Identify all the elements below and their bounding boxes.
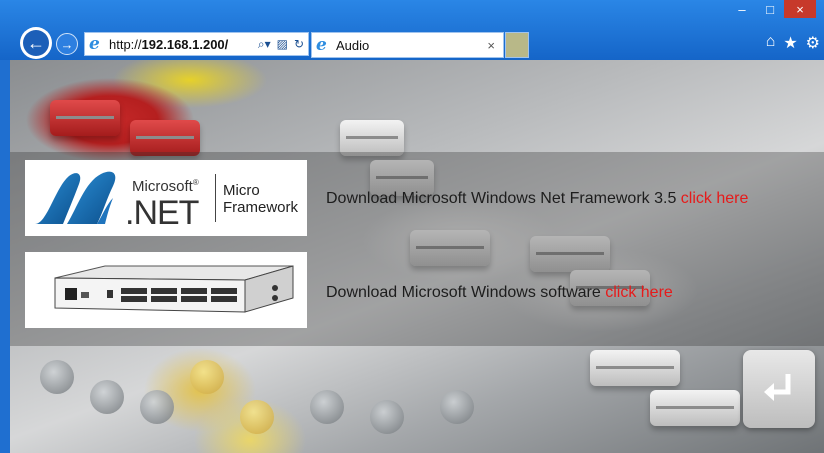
tab-title: Audio bbox=[336, 37, 370, 53]
mixer-fader-decor bbox=[130, 120, 200, 156]
download-software-text: Download Microsoft Windows software bbox=[326, 284, 601, 301]
mixer-fader-decor bbox=[650, 390, 740, 426]
address-bar[interactable]: e http://192.168.1.200/ ⌕▾ ▨ ↻ bbox=[84, 32, 309, 56]
maximize-button[interactable]: □ bbox=[756, 0, 784, 18]
net-micro-framework-logo[interactable]: Microsoft® .NET Micro Framework bbox=[25, 160, 307, 236]
toolbar-right: ⌂ ★ ⚙ bbox=[766, 33, 820, 53]
mixer-fader-decor bbox=[340, 120, 404, 156]
close-window-button[interactable]: × bbox=[784, 0, 816, 18]
download-net-framework-text: Download Microsoft Windows Net Framework… bbox=[326, 190, 677, 207]
mixer-knob-decor bbox=[240, 400, 274, 434]
framework-line: Framework bbox=[223, 199, 299, 216]
return-button[interactable] bbox=[743, 350, 815, 428]
download-software-row: Download Microsoft Windows software clic… bbox=[326, 284, 673, 302]
rack-device-icon bbox=[54, 265, 294, 313]
forward-icon: → bbox=[60, 36, 74, 52]
microsoft-word: Microsoft bbox=[132, 178, 193, 195]
logo-divider bbox=[215, 174, 216, 222]
tab-audio[interactable]: e Audio × bbox=[311, 32, 504, 58]
mixer-knob-decor bbox=[40, 360, 74, 394]
browser-chrome: ‒ □ × ← → e http://192.168.1.200/ ⌕▾ ▨ ↻… bbox=[0, 0, 824, 60]
ie-icon: e bbox=[89, 34, 100, 54]
address-tools: ⌕▾ ▨ ↻ bbox=[258, 37, 308, 52]
device-image[interactable] bbox=[25, 252, 307, 328]
url-prefix: http:// bbox=[109, 36, 142, 52]
minimize-button[interactable]: ‒ bbox=[728, 0, 756, 18]
mixer-knob-decor bbox=[90, 380, 124, 414]
mixer-fader-decor bbox=[590, 350, 680, 386]
download-net-framework-row: Download Microsoft Windows Net Framework… bbox=[326, 190, 748, 208]
download-net-framework-link[interactable]: click here bbox=[681, 190, 749, 207]
back-button[interactable]: ← bbox=[20, 27, 52, 59]
url-host: 192.168.1.200/ bbox=[141, 36, 229, 52]
dotnet-wave-icon bbox=[35, 171, 116, 224]
mixer-fader-decor bbox=[50, 100, 120, 136]
micro-framework-text: Micro Framework bbox=[223, 182, 298, 216]
tab-ie-icon: e bbox=[316, 35, 327, 55]
page-content: Microsoft® .NET Micro Framework Download… bbox=[10, 60, 824, 453]
mixer-knob-decor bbox=[310, 390, 344, 424]
mixer-knob-decor bbox=[440, 390, 474, 424]
favorites-star-icon[interactable]: ★ bbox=[783, 33, 797, 53]
mixer-knob-decor bbox=[370, 400, 404, 434]
settings-gear-icon[interactable]: ⚙ bbox=[806, 33, 820, 53]
mixer-knob-decor bbox=[140, 390, 174, 424]
window-controls: ‒ □ × bbox=[728, 0, 816, 18]
back-icon: ← bbox=[23, 30, 49, 56]
home-icon[interactable]: ⌂ bbox=[766, 33, 776, 53]
new-tab-button[interactable] bbox=[505, 32, 529, 58]
mixer-knob-decor bbox=[190, 360, 224, 394]
compat-icon[interactable]: ▨ bbox=[277, 37, 288, 52]
download-software-link[interactable]: click here bbox=[605, 284, 673, 301]
refresh-icon[interactable]: ↻ bbox=[294, 37, 304, 52]
tab-close-button[interactable]: × bbox=[487, 38, 495, 53]
micro-line: Micro bbox=[223, 182, 260, 199]
net-wordmark: .NET bbox=[125, 194, 199, 232]
forward-button[interactable]: → bbox=[56, 33, 78, 55]
microsoft-wordmark: Microsoft® bbox=[132, 178, 199, 195]
search-icon[interactable]: ⌕▾ bbox=[258, 37, 271, 52]
url-text: http://192.168.1.200/ bbox=[109, 37, 228, 52]
return-arrow-icon bbox=[764, 374, 791, 401]
